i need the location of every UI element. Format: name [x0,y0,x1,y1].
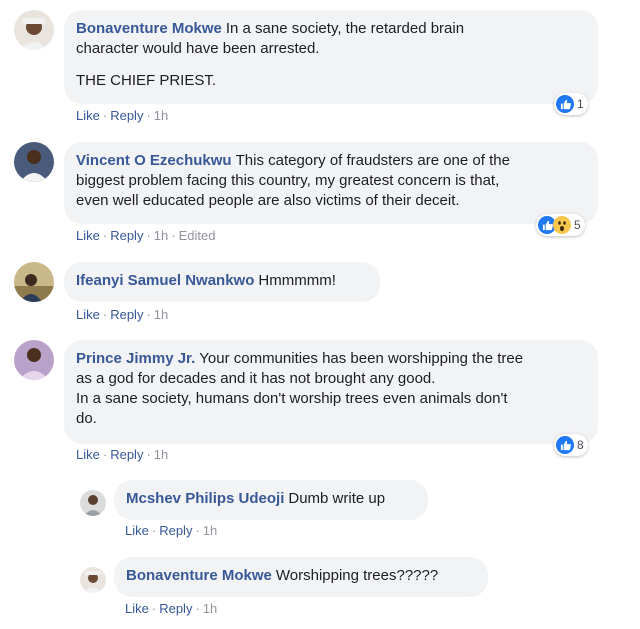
separator: · [195,601,200,616]
timestamp[interactable]: 1h [154,307,168,322]
separator: · [146,228,151,243]
comment-text: biggest problem facing this country, my … [76,172,500,189]
separator: · [146,447,151,462]
comment-text: THE CHIEF PRIEST. [76,72,217,89]
separator: · [102,447,108,462]
like-icon [556,436,574,454]
comment-line: Ifeanyi Samuel Nwankwo Hmmmmm! [76,271,368,291]
reply-actions: Like · Reply · 1h [125,601,217,617]
timestamp[interactable]: 1h [154,108,168,123]
comment-bubble: Vincent O Ezechukwu This category of frau… [64,142,598,224]
comment-text: Your communities has been worshipping th… [199,350,524,367]
avatar[interactable] [14,262,54,302]
comment-line: Vincent O Ezechukwu This category of frau… [76,151,586,171]
reply-bubble: Mcshev Philips Udeoji Dumb write up [114,480,428,520]
like-link[interactable]: Like [76,108,100,123]
separator: · [151,601,157,616]
reply-link[interactable]: Reply [110,108,143,123]
timestamp[interactable]: 1h [203,523,217,538]
avatar[interactable] [80,490,106,516]
like-link[interactable]: Like [76,228,100,243]
comment-author[interactable]: Vincent O Ezechukwu [76,152,232,169]
separator: · [102,228,108,243]
comment-text: as a god for decades and it has not brou… [76,370,436,387]
reaction-count: 1 [577,97,584,111]
separator: · [171,228,176,243]
separator: · [102,307,108,322]
separator: · [146,307,151,322]
reply-text: Dumb write up [288,490,386,507]
comment-actions: Like · Reply · 1h [76,108,168,124]
comment-bubble: Bonaventure Mokwe In a sane society, the … [64,10,598,104]
reply-link[interactable]: Reply [110,447,143,462]
reply-actions: Like · Reply · 1h [125,523,217,539]
reaction-count: 8 [577,438,584,452]
comment-text: In a sane society, the retarded brain [225,20,465,37]
comment-text: character would have been arrested. [76,40,320,57]
comment-paragraph: Prince Jimmy Jr. Your communities has bee… [76,349,586,429]
comment-actions: Like · Reply · 1h [76,307,168,323]
like-link[interactable]: Like [125,601,149,616]
separator: · [102,108,108,123]
comment-bubble: Prince Jimmy Jr. Your communities has bee… [64,340,598,444]
like-icon [556,95,574,113]
comment-line: Bonaventure Mokwe In a sane society, the … [76,19,586,39]
timestamp[interactable]: 1h [203,601,217,616]
avatar[interactable] [14,10,54,50]
separator: · [195,523,200,538]
wow-icon [553,216,571,234]
comment-actions: Like · Reply · 1h [76,447,168,463]
reaction-summary[interactable]: 5 [536,214,585,236]
reply-author[interactable]: Mcshev Philips Udeoji [126,490,284,507]
comment-author[interactable]: Bonaventure Mokwe [76,20,222,37]
comment-paragraph: Ifeanyi Samuel Nwankwo Hmmmmm! [76,271,368,291]
reaction-count: 5 [574,218,581,232]
comment-text: In a sane society, humans don't worship … [76,390,508,407]
comment-paragraph: Bonaventure Mokwe In a sane society, the … [76,19,586,59]
comment-bubble: Ifeanyi Samuel Nwankwo Hmmmmm! [64,262,380,302]
comment-paragraph: Vincent O Ezechukwu This category of frau… [76,151,586,211]
comment-text: do. [76,410,97,427]
separator: · [151,523,157,538]
separator: · [146,108,151,123]
avatar[interactable] [80,567,106,593]
reply-bubble: Bonaventure Mokwe Worshipping trees????? [114,557,488,597]
reaction-summary[interactable]: 8 [554,434,588,456]
reply-link[interactable]: Reply [110,307,143,322]
comment-author[interactable]: Prince Jimmy Jr. [76,350,195,367]
timestamp[interactable]: 1h [154,447,168,462]
like-link[interactable]: Like [76,307,100,322]
comment-author[interactable]: Ifeanyi Samuel Nwankwo [76,272,254,289]
reply-author[interactable]: Bonaventure Mokwe [126,567,272,584]
edited-label[interactable]: Edited [179,228,216,243]
comment-line: Prince Jimmy Jr. Your communities has bee… [76,349,586,369]
comment-text: even well educated people are also victi… [76,192,460,209]
timestamp[interactable]: 1h [154,228,168,243]
avatar[interactable] [14,340,54,380]
avatar[interactable] [14,142,54,182]
comment-actions: Like · Reply · 1h · Edited [76,228,215,244]
reply-text: Worshipping trees????? [275,567,439,584]
comment-text: Hmmmmm! [258,272,336,289]
reaction-summary[interactable]: 1 [554,93,588,115]
reply-link[interactable]: Reply [110,228,143,243]
like-link[interactable]: Like [125,523,149,538]
reply-link[interactable]: Reply [159,601,192,616]
reply-link[interactable]: Reply [159,523,192,538]
like-link[interactable]: Like [76,447,100,462]
comment-text: This category of fraudsters are one of t… [235,152,510,169]
